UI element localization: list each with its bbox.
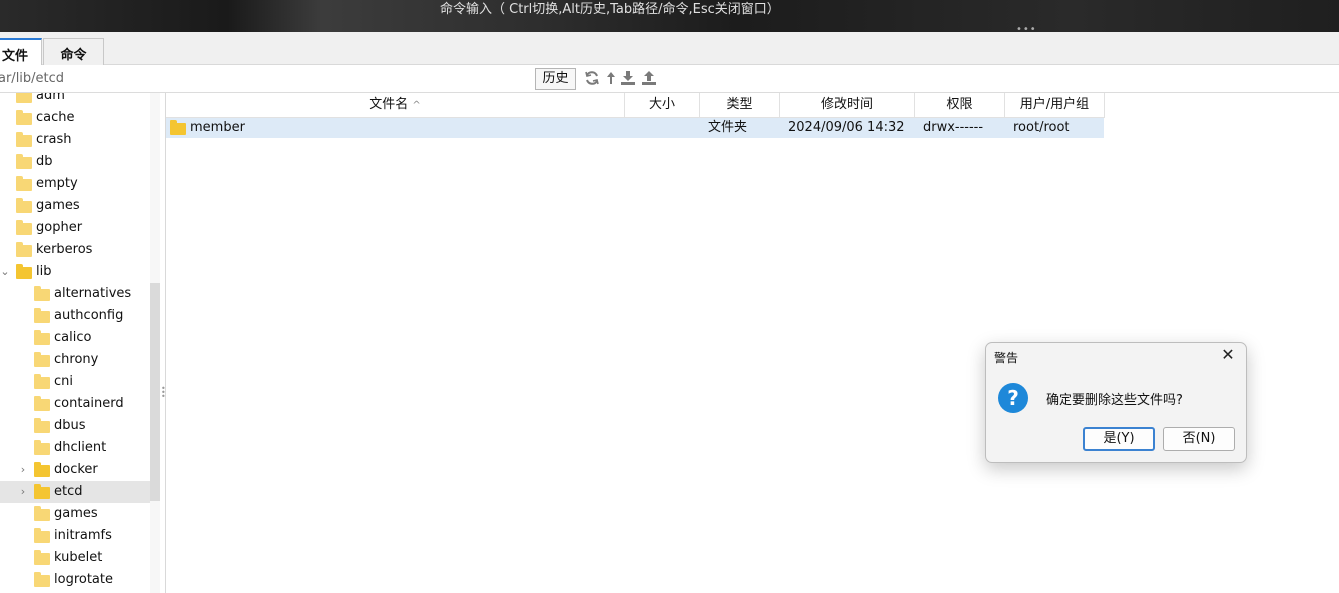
top-command-bar: 命令输入（ Ctrl切换,Alt历史,Tab路径/命令,Esc关闭窗口） ••• <box>0 0 1339 35</box>
folder-icon <box>34 352 50 367</box>
upload-icon[interactable] <box>641 70 657 86</box>
table-row[interactable]: member 文件夹 2024/09/06 14:32 drwx------ r… <box>166 118 1104 138</box>
dialog-title: 警告 <box>994 351 1019 365</box>
tree-item-kerberos[interactable]: kerberos <box>0 239 150 261</box>
history-button[interactable]: 历史 <box>535 68 576 90</box>
folder-icon <box>34 462 50 477</box>
folder-icon <box>34 484 50 499</box>
folder-open-icon <box>16 264 32 279</box>
tree-item-calico[interactable]: calico <box>0 327 150 349</box>
file-owner: root/root <box>1013 120 1070 135</box>
tree-item-chrony[interactable]: chrony <box>0 349 150 371</box>
tree-item-empty[interactable]: empty <box>0 173 150 195</box>
yes-button[interactable]: 是(Y) <box>1083 427 1155 451</box>
tab-files[interactable]: 文件 <box>0 38 42 66</box>
tree-item-games-lib[interactable]: games <box>0 503 150 525</box>
folder-icon <box>34 572 50 587</box>
folder-icon <box>34 286 50 301</box>
file-type: 文件夹 <box>708 120 748 135</box>
confirm-delete-dialog: 警告 ✕ ? 确定要删除这些文件吗? 是(Y) 否(N) <box>985 342 1247 463</box>
tree-scrollbar-thumb[interactable] <box>150 283 160 501</box>
no-button[interactable]: 否(N) <box>1163 427 1235 451</box>
sort-ascending-icon: ^ <box>412 100 421 111</box>
folder-icon <box>16 176 32 191</box>
folder-icon <box>16 93 32 103</box>
tree-item-games[interactable]: games <box>0 195 150 217</box>
path-bar: ar/lib/etcd 历史 <box>0 65 1339 93</box>
tree-item-gopher[interactable]: gopher <box>0 217 150 239</box>
question-icon: ? <box>998 383 1028 413</box>
tree-item-initramfs[interactable]: initramfs <box>0 525 150 547</box>
folder-icon <box>34 396 50 411</box>
tree-item-etcd[interactable]: › etcd <box>0 481 150 503</box>
tree-item-logrotate[interactable]: logrotate <box>0 569 150 591</box>
column-header-size[interactable]: 大小 <box>625 93 700 118</box>
folder-icon <box>170 120 186 135</box>
folder-icon <box>34 374 50 389</box>
column-header-owner[interactable]: 用户/用户组 <box>1005 93 1105 118</box>
folder-icon <box>16 220 32 235</box>
path-input[interactable]: ar/lib/etcd <box>0 71 64 86</box>
tree-item-containerd[interactable]: containerd <box>0 393 150 415</box>
column-header-name[interactable]: 文件名 ^ <box>166 93 625 118</box>
command-hint: 命令输入（ Ctrl切换,Alt历史,Tab路径/命令,Esc关闭窗口） <box>440 2 780 17</box>
tree-item-authconfig[interactable]: authconfig <box>0 305 150 327</box>
folder-icon <box>16 132 32 147</box>
tree-item-dbus[interactable]: dbus <box>0 415 150 437</box>
folder-icon <box>34 550 50 565</box>
refresh-icon[interactable] <box>584 70 600 86</box>
folder-icon <box>16 198 32 213</box>
up-arrow-icon[interactable] <box>603 70 619 86</box>
chevron-down-icon[interactable]: ⌄ <box>0 261 10 283</box>
folder-icon <box>34 506 50 521</box>
folder-icon <box>34 440 50 455</box>
download-icon[interactable] <box>620 70 636 86</box>
tree-item-kubelet[interactable]: kubelet <box>0 547 150 569</box>
file-permissions: drwx------ <box>923 120 984 135</box>
tree-item-cache[interactable]: cache <box>0 107 150 129</box>
folder-icon <box>34 418 50 433</box>
folder-tree: adm cache crash db empty games gopher ke… <box>0 93 150 593</box>
folder-icon <box>16 154 32 169</box>
tree-item-docker[interactable]: › docker <box>0 459 150 481</box>
column-header-mtime[interactable]: 修改时间 <box>780 93 915 118</box>
tab-strip: 文件 命令 <box>0 32 1339 66</box>
file-name: member <box>190 120 245 135</box>
column-header-type[interactable]: 类型 <box>700 93 780 118</box>
chevron-right-icon[interactable]: › <box>18 459 28 481</box>
folder-icon <box>34 528 50 543</box>
tree-item-adm[interactable]: adm <box>0 93 150 107</box>
close-icon[interactable]: ✕ <box>1218 345 1238 365</box>
tab-commands[interactable]: 命令 <box>43 38 104 65</box>
column-header-permissions[interactable]: 权限 <box>915 93 1005 118</box>
file-mtime: 2024/09/06 14:32 <box>788 120 905 135</box>
tree-item-cni[interactable]: cni <box>0 371 150 393</box>
tree-item-db[interactable]: db <box>0 151 150 173</box>
dialog-message: 确定要删除这些文件吗? <box>1046 393 1183 408</box>
tree-item-lib[interactable]: ⌄ lib <box>0 261 150 283</box>
folder-icon <box>34 330 50 345</box>
tree-item-dhclient[interactable]: dhclient <box>0 437 150 459</box>
folder-icon <box>34 308 50 323</box>
tree-item-crash[interactable]: crash <box>0 129 150 151</box>
chevron-right-icon[interactable]: › <box>18 481 28 503</box>
folder-icon <box>16 242 32 257</box>
splitter-grip-icon: • • • <box>161 384 166 401</box>
folder-icon <box>16 110 32 125</box>
tree-item-alternatives[interactable]: alternatives <box>0 283 150 305</box>
